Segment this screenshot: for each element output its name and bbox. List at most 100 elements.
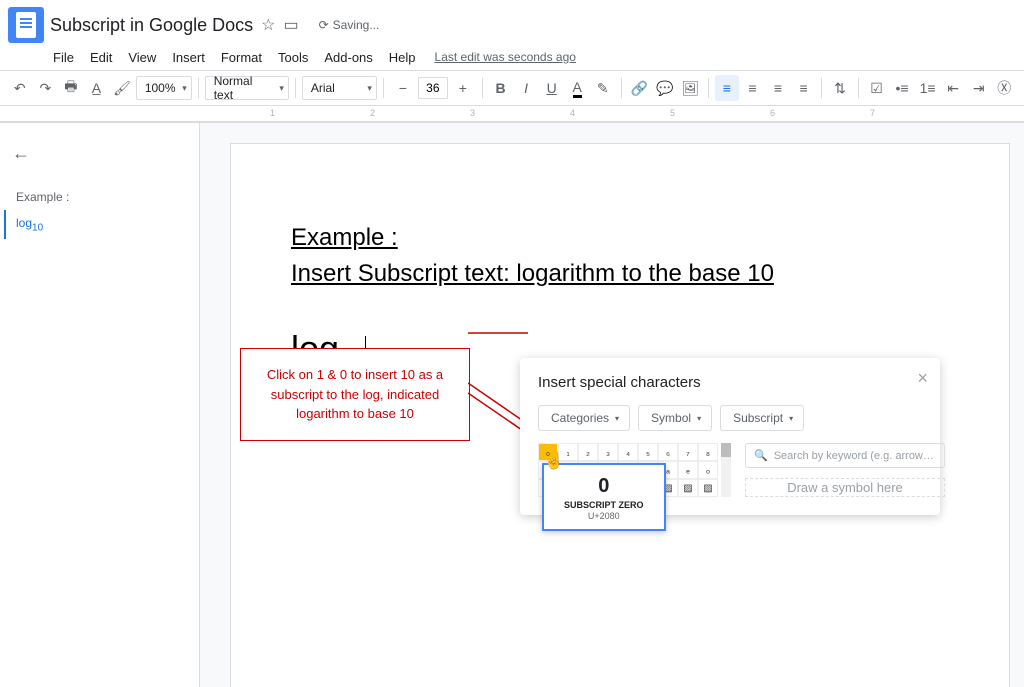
- move-icon[interactable]: ▭: [283, 15, 298, 35]
- menu-tools[interactable]: Tools: [271, 46, 315, 69]
- char-tooltip: 0 SUBSCRIPT ZERO U+2080: [542, 463, 666, 531]
- char-cell-1[interactable]: ₁: [558, 443, 578, 461]
- ruler-tick: 5: [670, 108, 675, 118]
- ruler-tick: 6: [770, 108, 775, 118]
- indent-inc-icon[interactable]: ⇥: [967, 75, 991, 101]
- horizontal-ruler[interactable]: 1 2 3 4 5 6 7: [0, 106, 1024, 122]
- sep: [858, 78, 859, 98]
- outline-panel: ← Example : log10: [0, 123, 200, 687]
- text-color-icon[interactable]: A: [565, 75, 589, 101]
- draw-symbol-pad[interactable]: Draw a symbol here: [745, 478, 945, 497]
- font-size-stepper[interactable]: − +: [390, 75, 476, 101]
- redo-icon[interactable]: ↷: [34, 75, 58, 101]
- dialog-title: Insert special characters: [538, 374, 922, 391]
- char-cell-e[interactable]: ₑ: [678, 461, 698, 479]
- ruler-tick: 1: [270, 108, 275, 118]
- char-cell-4[interactable]: ₄: [618, 443, 638, 461]
- app-header: Subscript in Google Docs ☆ ▭ ⟳ Saving...: [0, 0, 1024, 44]
- print-icon[interactable]: 🖶: [59, 75, 83, 101]
- align-justify-icon[interactable]: ≡: [792, 75, 816, 101]
- fontsize-dec-icon[interactable]: −: [390, 75, 416, 101]
- char-cell-7[interactable]: ₇: [678, 443, 698, 461]
- menu-format[interactable]: Format: [214, 46, 269, 69]
- checklist-icon[interactable]: ☑: [865, 75, 889, 101]
- align-center-icon[interactable]: ≡: [741, 75, 765, 101]
- char-grid-scrollbar[interactable]: [721, 443, 731, 497]
- sep: [295, 78, 296, 98]
- char-cell-8[interactable]: ₈: [698, 443, 718, 461]
- saving-status: Saving...: [333, 18, 380, 32]
- star-icon[interactable]: ☆: [261, 15, 275, 35]
- bullet-list-icon[interactable]: •≡: [890, 75, 914, 101]
- ruler-tick: 2: [370, 108, 375, 118]
- menu-bar: File Edit View Insert Format Tools Add-o…: [0, 44, 1024, 70]
- fontsize-inc-icon[interactable]: +: [450, 75, 476, 101]
- image-icon[interactable]: 🖼: [679, 75, 703, 101]
- underline-icon[interactable]: U: [540, 75, 564, 101]
- sep: [383, 78, 384, 98]
- outline-item-log-sub: 10: [32, 222, 43, 233]
- char-search-input[interactable]: 🔍 Search by keyword (e.g. arrow) or code…: [745, 443, 945, 468]
- menu-help[interactable]: Help: [382, 46, 423, 69]
- align-right-icon[interactable]: ≡: [766, 75, 790, 101]
- annotation-callout: Click on 1 & 0 to insert 10 as a subscri…: [240, 348, 470, 441]
- docs-logo[interactable]: [8, 7, 44, 43]
- draw-hint: Draw a symbol here: [787, 480, 903, 495]
- outline-item-example[interactable]: Example :: [12, 184, 187, 210]
- sep: [198, 78, 199, 98]
- comment-icon[interactable]: 💬: [653, 75, 677, 101]
- doc-heading-1[interactable]: Example :: [291, 224, 949, 252]
- cloud-sync-icon: ⟳: [319, 18, 329, 32]
- dialog-categories-select[interactable]: Categories: [538, 405, 630, 431]
- menu-insert[interactable]: Insert: [165, 46, 212, 69]
- char-cell-6[interactable]: ₆: [658, 443, 678, 461]
- menu-edit[interactable]: Edit: [83, 46, 119, 69]
- doc-heading-2[interactable]: Insert Subscript text: logarithm to the …: [291, 260, 949, 288]
- last-edit-link[interactable]: Last edit was seconds ago: [435, 50, 576, 64]
- italic-icon[interactable]: I: [514, 75, 538, 101]
- sep: [621, 78, 622, 98]
- undo-icon[interactable]: ↶: [8, 75, 32, 101]
- font-size-input[interactable]: [418, 77, 448, 99]
- char-cell-2[interactable]: ₂: [578, 443, 598, 461]
- char-cell-0[interactable]: ₀: [538, 443, 558, 461]
- bold-icon[interactable]: B: [489, 75, 513, 101]
- menu-file[interactable]: File: [46, 46, 81, 69]
- spellcheck-icon[interactable]: A̲: [85, 75, 109, 101]
- style-select[interactable]: Normal text: [205, 76, 289, 100]
- workspace: ← Example : log10 Example : Insert Subsc…: [0, 122, 1024, 687]
- sep: [482, 78, 483, 98]
- dialog-close-icon[interactable]: ×: [917, 368, 928, 389]
- outline-back-icon[interactable]: ←: [12, 143, 187, 164]
- ruler-tick: 3: [470, 108, 475, 118]
- search-placeholder: Search by keyword (e.g. arrow) or codepo…: [774, 450, 936, 462]
- char-cell[interactable]: ▨: [698, 479, 718, 497]
- line-spacing-icon[interactable]: ⇅: [828, 75, 852, 101]
- sep: [708, 78, 709, 98]
- tooltip-name: SUBSCRIPT ZERO: [564, 500, 644, 510]
- ruler-tick: 7: [870, 108, 875, 118]
- paint-format-icon[interactable]: 🖌: [110, 75, 134, 101]
- zoom-select[interactable]: 100%: [136, 76, 192, 100]
- menu-addons[interactable]: Add-ons: [317, 46, 379, 69]
- special-chars-dialog: × Insert special characters Categories S…: [520, 358, 940, 515]
- dialog-subscript-select[interactable]: Subscript: [720, 405, 804, 431]
- char-cell-o[interactable]: ₒ: [698, 461, 718, 479]
- char-cell-3[interactable]: ₃: [598, 443, 618, 461]
- dialog-symbol-select[interactable]: Symbol: [638, 405, 712, 431]
- outline-item-log10[interactable]: log10: [4, 210, 187, 239]
- indent-dec-icon[interactable]: ⇤: [941, 75, 965, 101]
- doc-title[interactable]: Subscript in Google Docs: [50, 15, 253, 36]
- menu-view[interactable]: View: [121, 46, 163, 69]
- outline-item-log-text: log: [16, 216, 32, 230]
- tooltip-code: U+2080: [564, 511, 644, 521]
- font-select[interactable]: Arial: [302, 76, 377, 100]
- align-left-icon[interactable]: ≡: [715, 75, 739, 101]
- char-cell[interactable]: ▨: [678, 479, 698, 497]
- number-list-icon[interactable]: 1≡: [916, 75, 940, 101]
- tooltip-char: 0: [564, 475, 644, 498]
- highlight-icon[interactable]: ✎: [591, 75, 615, 101]
- clear-format-icon[interactable]: Ⓧ: [993, 75, 1017, 101]
- char-cell-5[interactable]: ₅: [638, 443, 658, 461]
- link-icon[interactable]: 🔗: [627, 75, 651, 101]
